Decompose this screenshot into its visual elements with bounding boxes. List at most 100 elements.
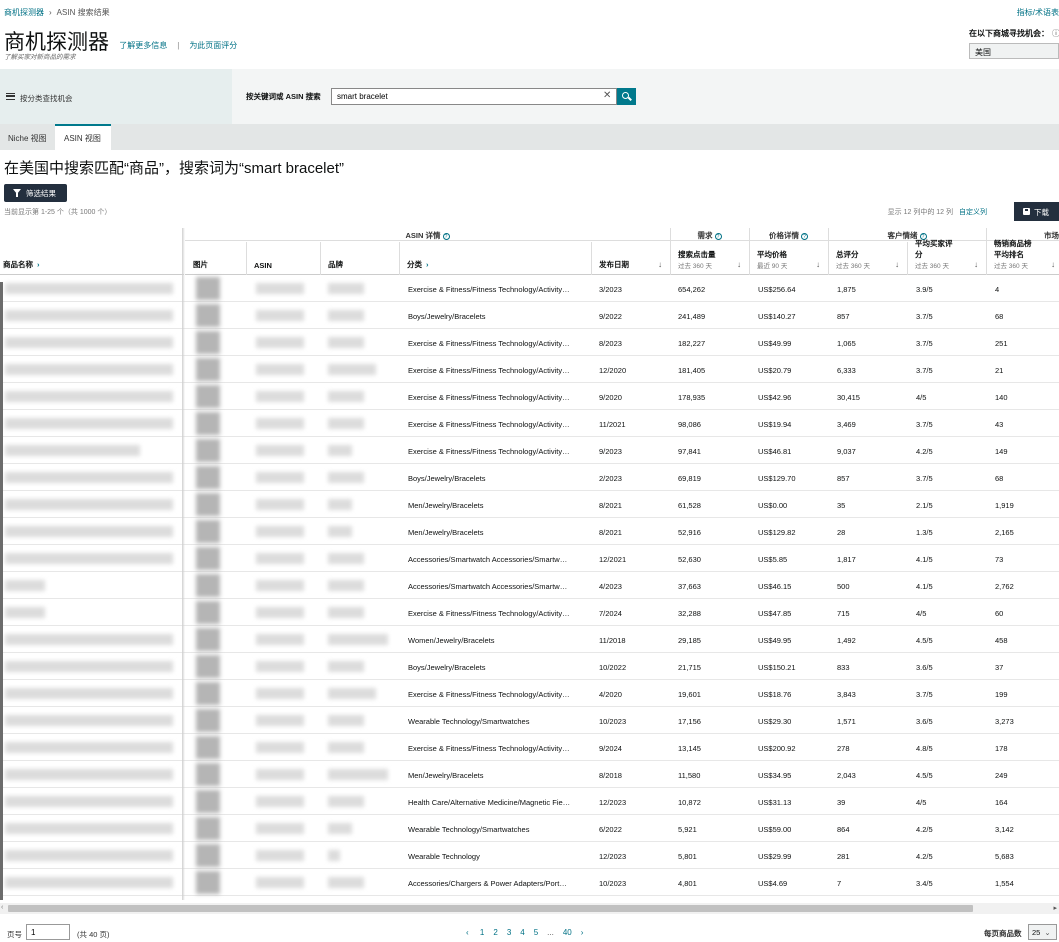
scrollbar-thumb[interactable]	[8, 905, 973, 912]
col-header-launch-date[interactable]: 发布日期 ↓	[591, 242, 670, 275]
brand-blurred	[328, 364, 376, 375]
table-row[interactable]: Men/Jewelry/Bracelets 8/2018 11,580 US$34.9…	[0, 761, 1059, 788]
table-row[interactable]: Wearable Technology/Smartwatches 10/2023 1…	[0, 707, 1059, 734]
table-row[interactable]: Boys/Jewelry/Bracelets 10/2022 21,715 US$15…	[0, 653, 1059, 680]
cell-launch-date: 12/2023	[599, 798, 627, 807]
product-name-blurred	[5, 418, 173, 429]
cell-search-clicks: 21,715	[678, 663, 701, 672]
cell-bsr: 1,919	[995, 501, 1014, 510]
prev-page-icon[interactable]: ‹	[466, 928, 469, 937]
asin-blurred	[256, 850, 304, 861]
learn-more-link[interactable]: 了解更多信息	[119, 41, 167, 50]
product-image	[196, 655, 220, 678]
page-link[interactable]: 2	[493, 928, 497, 937]
cell-search-clicks: 17,156	[678, 717, 701, 726]
table-row[interactable]: Men/Jewelry/Bracelets 8/2021 61,528 US$0.00…	[0, 491, 1059, 518]
horizontal-scrollbar[interactable]: ‹ ▸	[0, 903, 1059, 914]
next-page-icon[interactable]: ›	[581, 928, 584, 937]
table-row[interactable]: Exercise & Fitness/Fitness Technology/Ac…	[0, 275, 1059, 302]
breadcrumb-root-link[interactable]: 商机探测器	[4, 8, 44, 17]
table-row[interactable]: Exercise & Fitness/Fitness Technology/Ac…	[0, 599, 1059, 626]
product-image	[196, 304, 220, 327]
rate-page-link[interactable]: 为此页面评分	[189, 41, 237, 50]
sort-arrow-icon: ↓	[974, 260, 978, 269]
tab-niche-view[interactable]: Niche 视图	[8, 124, 47, 150]
customize-columns-link[interactable]: 自定义列	[959, 209, 987, 216]
cell-avg-price: US$42.96	[758, 393, 792, 402]
page-link[interactable]: 3	[507, 928, 511, 937]
page-number-input[interactable]	[26, 924, 70, 940]
table-row[interactable]: Exercise & Fitness/Fitness Technology/Ac…	[0, 356, 1059, 383]
download-button[interactable]: 下载	[1014, 202, 1059, 221]
col-header-total-ratings[interactable]: 总评分 过去 360 天 ↓	[828, 242, 907, 275]
asin-blurred	[256, 607, 304, 618]
page-link[interactable]: 40	[563, 928, 572, 937]
cell-search-clicks: 37,663	[678, 582, 701, 591]
help-icon: ?	[442, 233, 450, 240]
cell-category: Wearable Technology/Smartwatches	[408, 825, 530, 834]
col-header-avg-price[interactable]: 平均价格 最近 90 天 ↓	[749, 242, 828, 275]
table-row[interactable]: Accessories/Smartwatch Accessories/Smart…	[0, 572, 1059, 599]
glossary-link[interactable]: 指标/术语表	[1017, 7, 1059, 18]
filter-results-button[interactable]: 筛选结果	[4, 184, 67, 202]
brand-blurred	[328, 796, 364, 807]
col-header-product-name[interactable]: 商品名称 ›	[0, 242, 184, 275]
table-row[interactable]: Boys/Jewelry/Bracelets 9/2022 241,489 US$14…	[0, 302, 1059, 329]
search-button[interactable]	[617, 88, 636, 105]
page-link[interactable]: 5	[534, 928, 538, 937]
table-row[interactable]: Accessories/Chargers & Power Adapters/Po…	[0, 869, 1059, 896]
cell-launch-date: 11/2021	[599, 420, 626, 429]
market-select[interactable]: 美国	[969, 43, 1059, 59]
cell-total-ratings: 864	[837, 825, 850, 834]
cell-avg-rating: 3.6/5	[916, 663, 933, 672]
table-row[interactable]: Accessories/Smartwatch Accessories/Smart…	[0, 545, 1059, 572]
cell-total-ratings: 2,043	[837, 771, 856, 780]
col-header-search-clicks[interactable]: 搜索点击量 过去 360 天 ↓	[670, 242, 749, 275]
help-icon[interactable]: ⓘ	[1052, 29, 1059, 38]
cell-total-ratings: 9,037	[837, 447, 856, 456]
cell-category: Exercise & Fitness/Fitness Technology/Ac…	[408, 447, 570, 456]
keyword-search-input[interactable]	[331, 88, 617, 105]
table-row[interactable]: Exercise & Fitness/Fitness Technology/Ac…	[0, 383, 1059, 410]
table-row[interactable]: Exercise & Fitness/Fitness Technology/Ac…	[0, 437, 1059, 464]
table-row[interactable]: Men/Jewelry/Bracelets 8/2021 52,916 US$129.…	[0, 518, 1059, 545]
table-row[interactable]: Exercise & Fitness/Fitness Technology/Ac…	[0, 329, 1059, 356]
table-row[interactable]: Exercise & Fitness/Fitness Technology/Ac…	[0, 410, 1059, 437]
category-filter-panel[interactable]: 按分类查找机会	[0, 69, 232, 124]
scroll-left-icon[interactable]: ‹	[1, 904, 3, 911]
tab-asin-view[interactable]: ASIN 视图	[55, 124, 111, 150]
col-header-image: 图片	[185, 242, 246, 275]
cell-avg-price: US$129.82	[758, 528, 796, 537]
table-row[interactable]: Exercise & Fitness/Fitness Technology/Ac…	[0, 680, 1059, 707]
result-heading: 在美国中搜索匹配“商品”，搜索词为“smart bracelet”	[4, 160, 345, 177]
cell-category: Exercise & Fitness/Fitness Technology/Ac…	[408, 690, 570, 699]
sort-arrow-icon: ↓	[895, 260, 899, 269]
group-header-customer: 客户情绪?	[828, 228, 986, 241]
table-row[interactable]: Boys/Jewelry/Bracelets 2/2023 69,819 US$129…	[0, 464, 1059, 491]
cell-total-ratings: 857	[837, 474, 850, 483]
table-row[interactable]: Wearable Technology 12/2023 5,801 US$29.99 2…	[0, 842, 1059, 869]
brand-blurred	[328, 553, 364, 564]
per-page-select[interactable]: 25 ⌄	[1028, 924, 1057, 940]
asin-blurred	[256, 877, 304, 888]
cell-search-clicks: 97,841	[678, 447, 701, 456]
col-header-bsr[interactable]: 畅销商品榜 平均排名 过去 360 天 ↓	[986, 239, 1059, 275]
cell-avg-rating: 3.7/5	[916, 366, 933, 375]
page-link[interactable]: 1	[480, 928, 484, 937]
table-row[interactable]: Health Care/Alternative Medicine/Magneti…	[0, 788, 1059, 815]
cell-avg-rating: 4.2/5	[916, 447, 933, 456]
page-link[interactable]: 4	[520, 928, 524, 937]
table-row[interactable]: Wearable Technology/Smartwatches 6/2022 5,…	[0, 815, 1059, 842]
table-row[interactable]: Exercise & Fitness/Fitness Technology/Ac…	[0, 734, 1059, 761]
cell-launch-date: 8/2021	[599, 528, 622, 537]
cell-avg-price: US$256.64	[758, 285, 796, 294]
col-header-avg-rating[interactable]: 平均买家评分过去 360 天 ↓	[907, 239, 986, 275]
scroll-right-icon[interactable]: ▸	[1053, 904, 1057, 912]
cell-bsr: 73	[995, 555, 1004, 564]
cell-avg-rating: 3.9/5	[916, 285, 933, 294]
cell-avg-rating: 4.2/5	[916, 852, 933, 861]
table-row[interactable]: Women/Jewelry/Bracelets 11/2018 29,185 US$4…	[0, 626, 1059, 653]
cell-search-clicks: 178,935	[678, 393, 706, 402]
col-header-category[interactable]: 分类 ›	[399, 242, 591, 275]
close-icon[interactable]: ✕	[603, 90, 611, 101]
